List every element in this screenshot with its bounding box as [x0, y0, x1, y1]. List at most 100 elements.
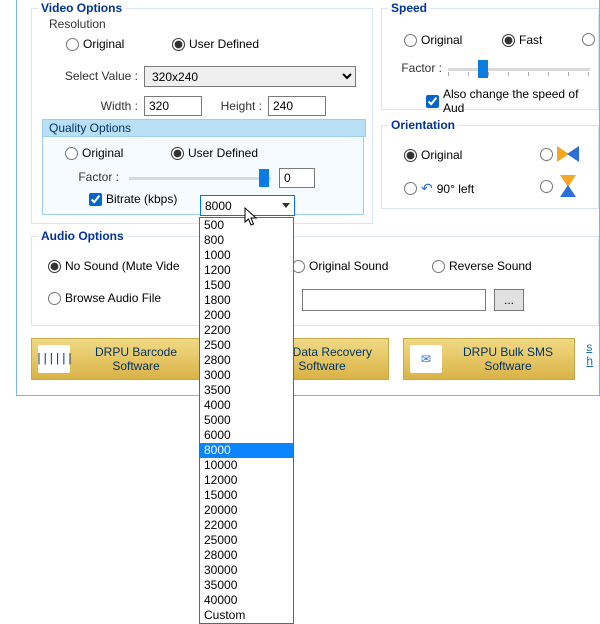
resolution-userdef-label: User Defined — [189, 37, 259, 51]
audio-file-input[interactable] — [302, 289, 486, 311]
no-sound-label: No Sound (Mute Vide — [65, 259, 180, 273]
speed-slider-thumb[interactable] — [478, 60, 488, 78]
bitrate-option[interactable]: 40000 — [200, 593, 293, 608]
select-value-label: Select Value : — [52, 69, 138, 83]
sms-software-label: DRPU Bulk SMS Software — [448, 345, 568, 373]
orient-90left-label: 90° left — [437, 182, 475, 196]
bitrate-select-value: 8000 — [205, 199, 232, 213]
bitrate-option[interactable]: 1800 — [200, 293, 293, 308]
speed-extra-radio[interactable] — [582, 33, 595, 46]
width-label: Width : — [88, 99, 138, 113]
bitrate-option[interactable]: 2200 — [200, 323, 293, 338]
bitrate-option[interactable]: 28000 — [200, 548, 293, 563]
barcode-icon: |||||| — [38, 345, 70, 373]
orient-original-radio[interactable]: Original — [404, 148, 462, 162]
bitrate-option[interactable]: 2500 — [200, 338, 293, 353]
bitrate-option[interactable]: 1000 — [200, 248, 293, 263]
audio-options-fieldset: Audio Options No Sound (Mute Vide Origin… — [31, 236, 599, 326]
chevron-down-icon — [282, 203, 290, 208]
quality-options-legend: Quality Options — [42, 119, 366, 137]
speed-fieldset: Speed Original Fast Factor : Also change… — [381, 8, 599, 110]
bitrate-option[interactable]: Custom — [200, 608, 293, 623]
orientation-fieldset: Orientation Original ↶90° left — [381, 125, 599, 209]
quality-factor-input[interactable] — [279, 168, 315, 188]
speed-fast-label: Fast — [519, 33, 542, 47]
speed-original-label: Original — [421, 33, 462, 47]
bitrate-option[interactable]: 25000 — [200, 533, 293, 548]
quality-factor-label: Factor : — [61, 170, 119, 184]
orient-original-label: Original — [421, 148, 462, 162]
bitrate-option[interactable]: 12000 — [200, 473, 293, 488]
original-sound-label: Original Sound — [309, 259, 388, 273]
reverse-sound-label: Reverse Sound — [449, 259, 532, 273]
browse-audio-label: Browse Audio File — [65, 291, 161, 305]
audio-options-legend: Audio Options — [38, 229, 127, 243]
side-links: s h — [586, 340, 593, 368]
height-input[interactable] — [268, 96, 326, 116]
bitrate-option[interactable]: 500 — [200, 218, 293, 233]
reverse-sound-radio[interactable]: Reverse Sound — [432, 259, 532, 273]
speed-factor-label: Factor : — [392, 61, 442, 75]
speed-original-radio[interactable]: Original — [404, 33, 462, 47]
orient-90left-radio[interactable]: ↶ 90° left — [404, 180, 474, 197]
also-change-label: Also change the speed of Aud — [443, 87, 598, 115]
sms-software-button[interactable]: ✉ DRPU Bulk SMS Software — [403, 338, 575, 380]
flip-vertical-icon — [560, 175, 576, 197]
barcode-software-label: DRPU Barcode Software — [76, 345, 196, 373]
bitrate-option[interactable]: 800 — [200, 233, 293, 248]
bitrate-select[interactable]: 8000 — [200, 195, 295, 216]
bitrate-option[interactable]: 1500 — [200, 278, 293, 293]
quality-slider-track[interactable] — [129, 177, 271, 180]
browse-button[interactable]: ... — [494, 289, 524, 311]
orientation-legend: Orientation — [388, 118, 458, 132]
bitrate-option[interactable]: 2800 — [200, 353, 293, 368]
bitrate-option[interactable]: 22000 — [200, 518, 293, 533]
side-link-1[interactable]: s — [586, 340, 593, 354]
quality-slider-thumb[interactable] — [259, 169, 269, 187]
bitrate-checkbox[interactable]: Bitrate (kbps) — [89, 192, 177, 206]
video-options-legend: Video Options — [38, 1, 125, 15]
resolution-label: Resolution — [46, 17, 109, 31]
also-change-checkbox[interactable]: Also change the speed of Aud — [426, 87, 598, 115]
resolution-original-label: Original — [83, 37, 124, 51]
quality-userdef-label: User Defined — [188, 146, 258, 160]
resolution-original-radio[interactable]: Original — [66, 37, 124, 51]
bitrate-option[interactable]: 4000 — [200, 398, 293, 413]
side-link-2[interactable]: h — [586, 354, 593, 368]
resolution-select[interactable]: 320x240 — [144, 66, 356, 87]
bitrate-option[interactable]: 15000 — [200, 488, 293, 503]
quality-userdef-radio[interactable]: User Defined — [171, 146, 258, 160]
barcode-software-button[interactable]: |||||| DRPU Barcode Software — [31, 338, 203, 380]
bitrate-option[interactable]: 3500 — [200, 383, 293, 398]
resolution-userdef-radio[interactable]: User Defined — [172, 37, 259, 51]
quality-original-label: Original — [82, 146, 123, 160]
quality-original-radio[interactable]: Original — [65, 146, 123, 160]
bitrate-option[interactable]: 3000 — [200, 368, 293, 383]
orient-fliph-radio[interactable] — [540, 146, 579, 162]
no-sound-radio[interactable]: No Sound (Mute Vide — [48, 259, 180, 273]
bitrate-dropdown[interactable]: 5008001000120015001800200022002500280030… — [199, 217, 294, 624]
orient-flipv-radio[interactable] — [540, 178, 579, 194]
bitrate-option[interactable]: 6000 — [200, 428, 293, 443]
browse-audio-radio[interactable]: Browse Audio File — [48, 291, 161, 305]
browse-button-label: ... — [504, 293, 514, 307]
speed-fast-radio[interactable]: Fast — [502, 33, 542, 47]
bitrate-option[interactable]: 5000 — [200, 413, 293, 428]
envelope-icon: ✉ — [410, 345, 442, 373]
speed-slider-track[interactable] — [448, 68, 590, 71]
width-input[interactable] — [144, 96, 202, 116]
bitrate-option[interactable]: 8000 — [200, 443, 293, 458]
bitrate-option[interactable]: 10000 — [200, 458, 293, 473]
flip-horizontal-icon — [557, 146, 579, 162]
original-sound-radio[interactable]: Original Sound — [292, 259, 388, 273]
height-label: Height : — [212, 99, 262, 113]
video-options-fieldset: Video Options Resolution Original User D… — [31, 8, 373, 224]
rotate-left-icon: ↶ — [421, 180, 433, 197]
bitrate-option[interactable]: 30000 — [200, 563, 293, 578]
footer-buttons: |||||| DRPU Barcode Software 💾 DR Data R… — [31, 338, 575, 380]
bitrate-option[interactable]: 2000 — [200, 308, 293, 323]
speed-legend: Speed — [388, 1, 430, 15]
bitrate-option[interactable]: 1200 — [200, 263, 293, 278]
bitrate-option[interactable]: 35000 — [200, 578, 293, 593]
bitrate-option[interactable]: 20000 — [200, 503, 293, 518]
